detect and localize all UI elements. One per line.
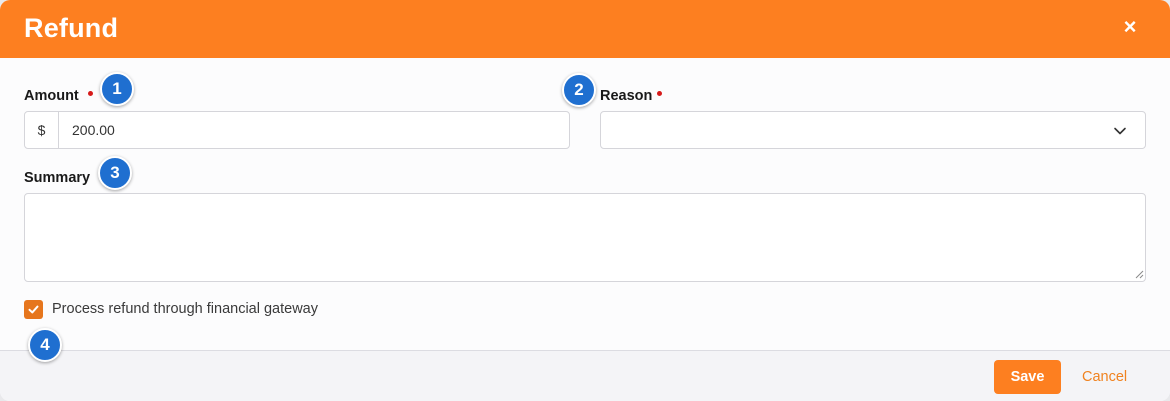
amount-input-group: $ — [24, 111, 570, 149]
callout-badge-1: 1 — [100, 72, 134, 106]
resize-grip-icon[interactable] — [1134, 269, 1144, 279]
callout-badge-2: 2 — [562, 73, 596, 107]
amount-required-indicator — [88, 91, 93, 96]
chevron-down-icon — [1114, 127, 1126, 135]
callout-badge-3: 3 — [98, 156, 132, 190]
save-button[interactable]: Save — [994, 360, 1061, 394]
dialog-title: Refund — [24, 13, 119, 43]
gateway-checkbox[interactable] — [24, 300, 43, 319]
dialog-header: Refund × — [0, 0, 1170, 58]
reason-label: Reason — [600, 88, 653, 104]
amount-input[interactable] — [60, 112, 568, 148]
reason-required-indicator — [657, 91, 662, 96]
callout-badge-4: 4 — [28, 328, 62, 362]
amount-label: Amount — [24, 88, 79, 104]
checkmark-icon — [28, 305, 39, 314]
currency-prefix: $ — [25, 112, 59, 148]
refund-dialog: Refund × Amount 1 $ 2 Reason Summary 3 P… — [0, 0, 1170, 401]
gateway-checkbox-label[interactable]: Process refund through financial gateway — [52, 301, 318, 317]
close-button[interactable]: × — [1120, 16, 1140, 38]
summary-label: Summary — [24, 170, 91, 186]
reason-select[interactable] — [600, 111, 1146, 149]
dialog-footer: Save Cancel — [0, 350, 1170, 401]
cancel-button[interactable]: Cancel — [1082, 369, 1127, 385]
summary-textarea[interactable] — [24, 193, 1146, 282]
